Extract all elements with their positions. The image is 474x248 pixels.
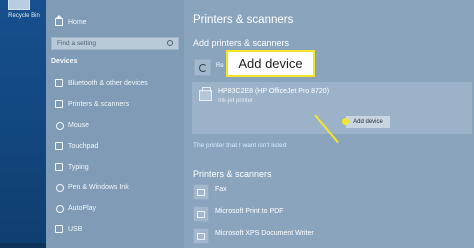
- sidebar-item-autoplay[interactable]: AutoPlay: [46, 201, 184, 215]
- desktop-edge: [0, 243, 46, 248]
- autoplay-icon: [55, 204, 64, 213]
- printer-icon: [193, 206, 209, 222]
- add-device-button[interactable]: Add device: [346, 116, 390, 128]
- desktop-area: Recycle Bin: [0, 0, 46, 248]
- printers-list-heading: Printers & scanners: [193, 169, 272, 179]
- printer-list-item[interactable]: Microsoft XPS Document Writer: [193, 228, 463, 244]
- bluetooth-icon: [55, 79, 63, 87]
- mouse-icon: [55, 121, 64, 130]
- sidebar-item-typing[interactable]: Typing: [46, 160, 184, 174]
- sidebar-item-label: USB: [68, 225, 83, 233]
- sidebar-item-mouse[interactable]: Mouse: [46, 118, 184, 132]
- sidebar-item-label: AutoPlay: [68, 204, 97, 212]
- touchpad-icon: [55, 142, 63, 150]
- sidebar-home-label: Home: [68, 18, 87, 26]
- callout-pointer: [314, 114, 339, 144]
- fax-icon: [193, 184, 209, 200]
- printer-list-item[interactable]: Fax: [193, 184, 463, 200]
- sidebar-section-devices: Devices: [51, 58, 78, 65]
- page-title: Printers & scanners: [193, 14, 294, 26]
- sidebar-item-bluetooth[interactable]: Bluetooth & other devices: [46, 76, 184, 90]
- printer-icon: [199, 87, 212, 101]
- printer-list-name: Microsoft XPS Document Writer: [215, 230, 314, 237]
- found-printer-type: Ink-jet printer: [218, 98, 254, 104]
- home-icon: [55, 15, 63, 26]
- sidebar-item-printers[interactable]: Printers & scanners: [46, 97, 184, 111]
- printer-list-name: Fax: [215, 186, 227, 193]
- refresh-icon: [199, 64, 207, 72]
- sidebar-item-home[interactable]: Home: [46, 15, 184, 29]
- keyboard-icon: [55, 163, 63, 171]
- add-device-callout: Add device: [226, 50, 315, 77]
- usb-icon: [55, 225, 63, 233]
- printer-list-name: Microsoft Print to PDF: [215, 208, 284, 215]
- refresh-button[interactable]: [194, 59, 211, 76]
- add-printers-heading: Add printers & scanners: [193, 38, 290, 48]
- search-placeholder: Find a setting: [57, 40, 97, 47]
- sidebar-item-usb[interactable]: USB: [46, 222, 184, 236]
- recycle-bin-label: Recycle Bin: [8, 13, 40, 19]
- recycle-bin-icon[interactable]: [8, 0, 30, 10]
- pen-icon: [55, 183, 64, 192]
- found-printer-name: HP83C2E8 (HP OfficeJet Pro 8720): [218, 88, 330, 95]
- settings-main-pane: Printers & scanners Add printers & scann…: [184, 0, 474, 248]
- printer-icon: [55, 100, 63, 108]
- search-input[interactable]: Find a setting: [51, 37, 179, 50]
- sidebar-item-label: Mouse: [68, 121, 90, 129]
- sidebar-item-label: Pen & Windows Ink: [68, 183, 129, 191]
- sidebar-item-label: Touchpad: [68, 142, 99, 150]
- callout-dot: [342, 118, 349, 125]
- sidebar-item-label: Typing: [68, 163, 89, 171]
- sidebar-item-touchpad[interactable]: Touchpad: [46, 139, 184, 153]
- found-printer-item[interactable]: HP83C2E8 (HP OfficeJet Pro 8720) Ink-jet…: [192, 82, 472, 144]
- refresh-label: Re: [216, 63, 224, 69]
- search-icon: [167, 40, 173, 46]
- printer-not-listed-link[interactable]: The printer that I want isn't listed: [193, 142, 286, 149]
- settings-sidebar: Home Find a setting Devices Bluetooth & …: [46, 0, 184, 248]
- printer-icon: [193, 228, 209, 244]
- printer-list-item[interactable]: Microsoft Print to PDF: [193, 206, 463, 222]
- sidebar-item-pen[interactable]: Pen & Windows Ink: [46, 180, 184, 194]
- sidebar-item-label: Bluetooth & other devices: [68, 79, 148, 87]
- sidebar-item-label: Printers & scanners: [68, 100, 130, 108]
